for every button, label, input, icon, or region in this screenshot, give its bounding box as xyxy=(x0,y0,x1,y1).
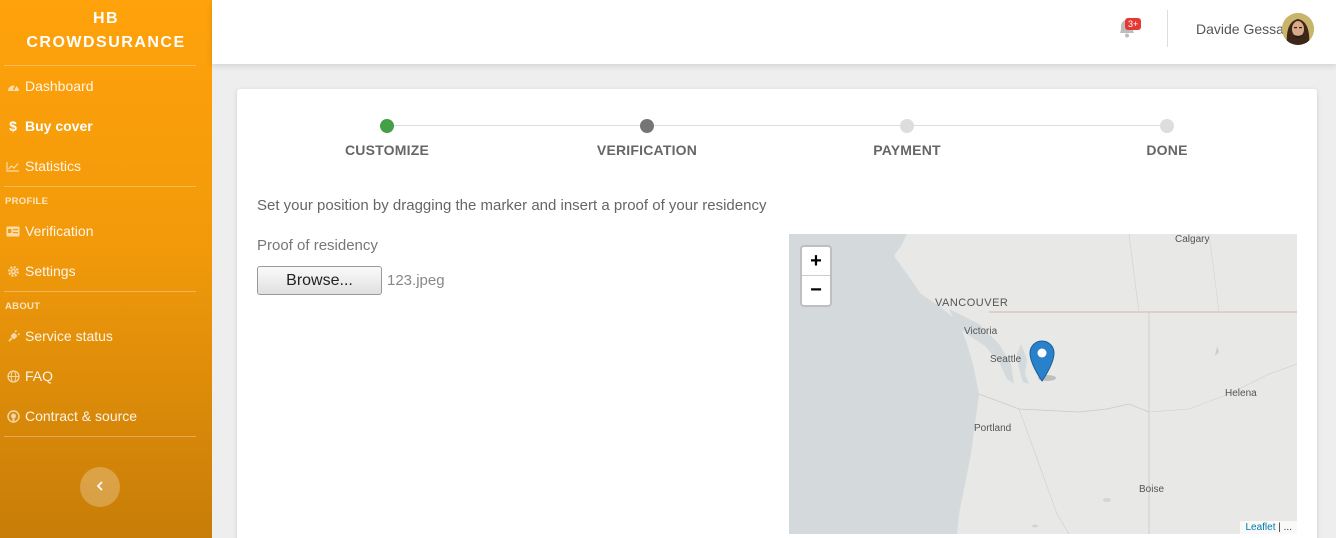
instructions-text: Set your position by dragging the marker… xyxy=(257,197,767,214)
sidebar-item-verification[interactable]: Verification xyxy=(0,211,212,251)
user-name[interactable]: Davide Gessa xyxy=(1196,21,1284,37)
buy-cover-card: CUSTOMIZE VERIFICATION PAYMENT DONE Set … xyxy=(237,89,1317,538)
step-label: DONE xyxy=(1146,142,1188,158)
gear-icon xyxy=(6,264,20,278)
map-label-vancouver: VANCOUVER xyxy=(935,297,1009,309)
zoom-control: + − xyxy=(800,245,832,307)
map-pin-icon xyxy=(1029,340,1057,386)
step-label: PAYMENT xyxy=(873,142,941,158)
sidebar-item-label: Verification xyxy=(25,223,94,239)
map-label-boise: Boise xyxy=(1139,484,1165,495)
sidebar-item-statistics[interactable]: Statistics xyxy=(0,146,212,186)
sidebar-item-contract-source[interactable]: Contract & source xyxy=(0,396,212,436)
step-done[interactable]: DONE xyxy=(1067,119,1267,158)
plug-icon xyxy=(6,329,20,343)
sidebar-item-label: Buy cover xyxy=(25,118,93,134)
step-label: VERIFICATION xyxy=(596,142,698,158)
id-card-icon xyxy=(6,224,20,238)
chevron-left-icon xyxy=(96,478,104,496)
map-label-victoria: Victoria xyxy=(964,326,998,337)
sidebar-item-label: Service status xyxy=(25,328,113,344)
sidebar-item-label: FAQ xyxy=(25,368,54,384)
github-icon xyxy=(6,409,20,423)
zoom-out-button[interactable]: − xyxy=(802,276,830,305)
globe-icon xyxy=(6,369,20,383)
map-label-helena: Helena xyxy=(1225,388,1257,399)
sidebar-item-label: Settings xyxy=(25,263,76,279)
brand-logo[interactable]: HB CROWDSURANCE xyxy=(0,0,212,65)
browse-file-button[interactable]: Browse... xyxy=(257,266,382,295)
map-label-seattle: Seattle xyxy=(990,354,1022,365)
zoom-in-button[interactable]: + xyxy=(802,247,830,276)
dollar-icon: $ xyxy=(9,118,17,134)
sidebar-item-label: Statistics xyxy=(25,158,82,174)
divider xyxy=(4,436,196,437)
dashboard-icon xyxy=(6,79,20,93)
sidebar-item-buy-cover[interactable]: $ Buy cover xyxy=(0,106,212,146)
step-dot xyxy=(900,119,914,133)
sidebar-item-label: Dashboard xyxy=(25,78,94,94)
attribution-text: | ... xyxy=(1275,522,1292,533)
line-chart-icon xyxy=(6,159,20,173)
section-label-about: ABOUT xyxy=(5,301,41,312)
leaflet-link[interactable]: Leaflet xyxy=(1245,522,1275,533)
brand-line-2: CROWDSURANCE xyxy=(26,34,186,51)
step-verification[interactable]: VERIFICATION xyxy=(547,119,747,158)
avatar[interactable] xyxy=(1282,13,1314,45)
sidebar-item-faq[interactable]: FAQ xyxy=(0,356,212,396)
map-label-calgary: Calgary xyxy=(1175,234,1210,245)
brand-line-1: HB xyxy=(92,10,120,27)
stepper-track xyxy=(387,125,1167,126)
section-label-profile: PROFILE xyxy=(5,196,49,207)
top-navbar: 3+ Davide Gessa xyxy=(212,0,1336,64)
map-label-portland: Portland xyxy=(974,423,1012,434)
sidebar-collapse-button[interactable] xyxy=(80,467,120,507)
sidebar-item-settings[interactable]: Settings xyxy=(0,251,212,291)
proof-of-residency-label: Proof of residency xyxy=(257,237,378,254)
sidebar-item-service-status[interactable]: Service status xyxy=(0,316,212,356)
step-dot xyxy=(380,119,394,133)
step-payment[interactable]: PAYMENT xyxy=(807,119,1007,158)
location-marker[interactable] xyxy=(1029,340,1057,387)
sidebar-item-label: Contract & source xyxy=(25,408,138,424)
step-label: CUSTOMIZE xyxy=(345,142,429,158)
map-attribution: Leaflet | ... xyxy=(1240,521,1297,534)
step-customize[interactable]: CUSTOMIZE xyxy=(287,119,487,158)
divider xyxy=(1167,10,1168,47)
location-map[interactable]: Calgary VANCOUVER Victoria Seattle Portl… xyxy=(789,234,1297,534)
sidebar-item-dashboard[interactable]: Dashboard xyxy=(0,66,212,106)
step-dot xyxy=(1160,119,1174,133)
notification-count-badge: 3+ xyxy=(1125,18,1142,30)
selected-file-name: 123.jpeg xyxy=(387,272,445,289)
sidebar: HB CROWDSURANCE Dashboard $ Buy cover St… xyxy=(0,0,212,538)
step-dot xyxy=(640,119,654,133)
